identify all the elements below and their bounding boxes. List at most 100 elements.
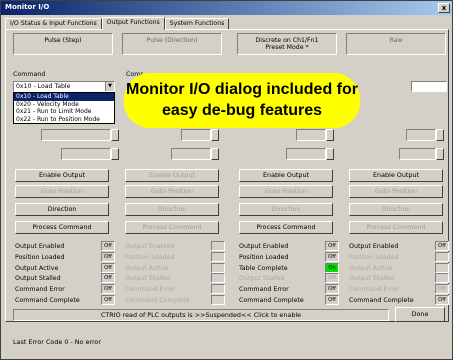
- last-error-code: Last Error Code 0 - No error: [13, 338, 101, 346]
- spin-button[interactable]: [211, 129, 219, 141]
- enable-output-button[interactable]: Enable Output: [125, 169, 219, 182]
- value-field[interactable]: [399, 148, 436, 160]
- status-label: Output Enabled: [125, 243, 175, 250]
- spin-button[interactable]: [111, 148, 119, 160]
- command-select-value: 0x10 - Load Table: [16, 83, 71, 90]
- direction-button[interactable]: Direction: [125, 203, 219, 216]
- goto-position-button[interactable]: Goto Position: [239, 185, 333, 198]
- status-label: Position Loaded: [125, 253, 175, 261]
- status-label: Output Enabled: [15, 243, 65, 250]
- status-indicator: Off: [435, 284, 449, 295]
- process-command-button[interactable]: Process Command: [349, 221, 443, 234]
- dropdown-option[interactable]: 0x20 - Velocity Mode: [14, 101, 114, 109]
- spin-button[interactable]: [326, 148, 334, 160]
- status-label: Output Stalled: [15, 275, 61, 283]
- column-header: Pulse (Direction): [122, 33, 222, 55]
- goto-position-button[interactable]: Goto Position: [15, 185, 109, 198]
- status-row: Output Enabled Off: [349, 241, 449, 252]
- status-indicator: Off: [101, 241, 115, 251]
- callout-line-1: Monitor I/O dialog included for: [126, 81, 358, 98]
- status-row: Output Active: [125, 262, 225, 274]
- feature-callout: Monitor I/O dialog included for easy de-…: [124, 73, 360, 128]
- process-command-button[interactable]: Process Command: [125, 221, 219, 234]
- status-indicator: Off: [325, 273, 339, 284]
- status-indicator: Off: [325, 241, 339, 251]
- window-title: Monitor I/O: [5, 3, 50, 11]
- status-label: Position Loaded: [15, 253, 65, 261]
- direction-button[interactable]: Direction: [239, 203, 333, 216]
- value-field[interactable]: [41, 129, 111, 141]
- enable-output-button[interactable]: Enable Output: [239, 169, 333, 182]
- title-bar: Monitor I/O x: [1, 1, 452, 15]
- spin-button[interactable]: [436, 148, 444, 160]
- status-indicator: Off: [101, 262, 115, 273]
- command-select-col4[interactable]: [411, 81, 447, 92]
- callout-line-2: easy de-bug features: [161, 102, 323, 119]
- status-indicator: Off: [325, 251, 339, 262]
- status-row: Command Error Off: [15, 284, 115, 295]
- value-field[interactable]: [61, 148, 111, 160]
- status-indicator: Off: [435, 295, 449, 305]
- close-button[interactable]: x: [438, 3, 450, 13]
- goto-position-button[interactable]: Goto Position: [349, 185, 443, 198]
- process-command-button[interactable]: Process Command: [15, 221, 109, 234]
- status-indicator: [435, 251, 449, 262]
- status-row: Command Complete Off: [15, 295, 115, 306]
- status-row: Command Complete Off: [349, 295, 449, 306]
- status-label: Command Complete: [125, 297, 190, 304]
- status-indicator: Off: [435, 241, 449, 251]
- chevron-down-icon[interactable]: ▼: [105, 82, 114, 91]
- status-indicator: Off: [101, 273, 115, 284]
- status-indicator: [211, 295, 225, 305]
- status-indicator: [211, 241, 225, 251]
- spin-button[interactable]: [436, 129, 444, 141]
- status-row: Output Enabled Off: [239, 241, 339, 252]
- plc-output-status-bar[interactable]: CTRIO read of PLC outputs is >>Suspended…: [13, 309, 389, 321]
- value-field[interactable]: [296, 129, 326, 141]
- status-label: Command Complete: [15, 297, 80, 304]
- dropdown-option[interactable]: 0x10 - Load Table: [14, 93, 114, 101]
- command-dropdown: 0x10 - Load Table 0x20 - Velocity Mode 0…: [13, 92, 115, 124]
- status-label: Output Stalled: [239, 275, 285, 283]
- value-field[interactable]: [181, 129, 211, 141]
- tab-output-functions[interactable]: Output Functions: [101, 17, 165, 30]
- status-row: Output Stalled: [349, 273, 449, 284]
- status-indicator: Off: [325, 295, 339, 305]
- enable-output-button[interactable]: Enable Output: [15, 169, 109, 182]
- goto-position-button[interactable]: Goto Position: [125, 185, 219, 198]
- status-row: Output Active Off: [15, 262, 115, 274]
- status-row: Command Complete Off: [239, 295, 339, 306]
- status-label: Command Error: [15, 286, 65, 294]
- status-indicator: [211, 262, 225, 273]
- status-indicator: [211, 251, 225, 262]
- status-label: Output Stalled: [349, 275, 395, 283]
- command-select[interactable]: 0x10 - Load Table ▼: [13, 81, 115, 92]
- status-row: Command Complete: [125, 295, 225, 306]
- status-row: Output Stalled Off: [239, 273, 339, 284]
- value-field[interactable]: [406, 129, 436, 141]
- status-indicator: Off: [101, 251, 115, 262]
- spin-button[interactable]: [111, 129, 119, 141]
- column-header: Raw: [346, 33, 446, 55]
- spin-button[interactable]: [211, 148, 219, 160]
- status-indicator: Off: [101, 295, 115, 305]
- value-field[interactable]: [171, 148, 211, 160]
- spin-button[interactable]: [326, 129, 334, 141]
- direction-button[interactable]: Direction: [349, 203, 443, 216]
- enable-output-button[interactable]: Enable Output: [349, 169, 443, 182]
- status-indicator: Off: [325, 284, 339, 295]
- dropdown-option[interactable]: 0x21 - Run to Limit Mode: [14, 108, 114, 116]
- process-command-button[interactable]: Process Command: [239, 221, 333, 234]
- status-indicator: [211, 273, 225, 284]
- direction-button[interactable]: Direction: [15, 203, 109, 216]
- done-button[interactable]: Done: [395, 307, 445, 322]
- dropdown-option[interactable]: 0x22 - Run to Position Mode: [14, 116, 114, 124]
- status-label: Output Active: [15, 264, 59, 272]
- status-label: Position Loaded: [239, 253, 289, 261]
- status-row: Output Enabled Off: [15, 241, 115, 252]
- status-row: Command Error Off: [239, 284, 339, 295]
- value-field[interactable]: [286, 148, 326, 160]
- column-header: Pulse (Step): [13, 33, 113, 55]
- monitor-io-window: Monitor I/O x I/O Status & Input Functio…: [0, 0, 453, 360]
- status-label: Position Loaded: [349, 253, 399, 261]
